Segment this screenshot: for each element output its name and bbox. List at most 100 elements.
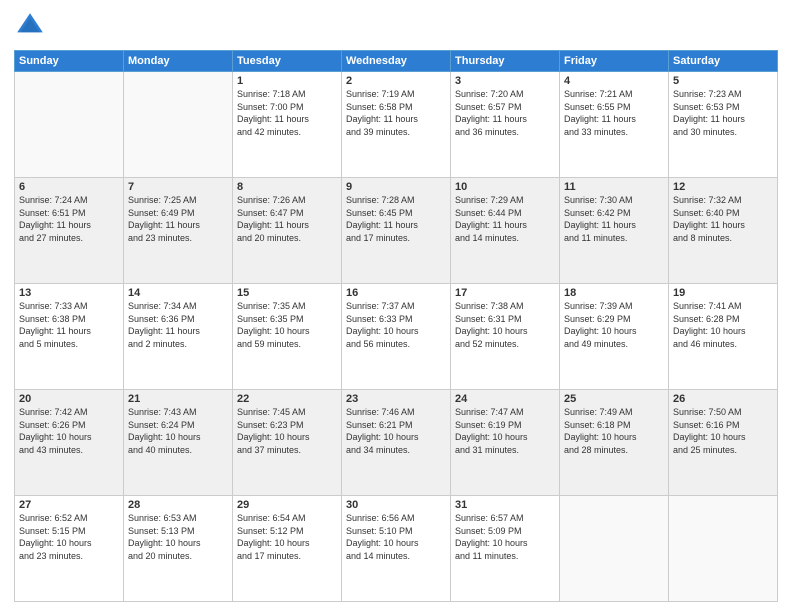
day-number: 16 xyxy=(346,287,446,299)
calendar-cell: 14Sunrise: 7:34 AM Sunset: 6:36 PM Dayli… xyxy=(124,284,233,390)
calendar-cell: 29Sunrise: 6:54 AM Sunset: 5:12 PM Dayli… xyxy=(233,496,342,602)
calendar-cell xyxy=(560,496,669,602)
day-info: Sunrise: 7:26 AM Sunset: 6:47 PM Dayligh… xyxy=(237,194,337,244)
day-info: Sunrise: 7:38 AM Sunset: 6:31 PM Dayligh… xyxy=(455,300,555,350)
day-number: 2 xyxy=(346,75,446,87)
calendar-table: SundayMondayTuesdayWednesdayThursdayFrid… xyxy=(14,50,778,602)
day-number: 20 xyxy=(19,393,119,405)
calendar-cell: 13Sunrise: 7:33 AM Sunset: 6:38 PM Dayli… xyxy=(15,284,124,390)
calendar-cell: 11Sunrise: 7:30 AM Sunset: 6:42 PM Dayli… xyxy=(560,178,669,284)
weekday-header-tuesday: Tuesday xyxy=(233,51,342,72)
day-info: Sunrise: 7:33 AM Sunset: 6:38 PM Dayligh… xyxy=(19,300,119,350)
week-row-1: 6Sunrise: 7:24 AM Sunset: 6:51 PM Daylig… xyxy=(15,178,778,284)
day-number: 8 xyxy=(237,181,337,193)
day-info: Sunrise: 7:39 AM Sunset: 6:29 PM Dayligh… xyxy=(564,300,664,350)
weekday-header-row: SundayMondayTuesdayWednesdayThursdayFrid… xyxy=(15,51,778,72)
week-row-0: 1Sunrise: 7:18 AM Sunset: 7:00 PM Daylig… xyxy=(15,72,778,178)
day-number: 24 xyxy=(455,393,555,405)
weekday-header-thursday: Thursday xyxy=(451,51,560,72)
day-info: Sunrise: 7:28 AM Sunset: 6:45 PM Dayligh… xyxy=(346,194,446,244)
day-number: 22 xyxy=(237,393,337,405)
day-number: 6 xyxy=(19,181,119,193)
calendar-cell: 22Sunrise: 7:45 AM Sunset: 6:23 PM Dayli… xyxy=(233,390,342,496)
day-number: 21 xyxy=(128,393,228,405)
week-row-2: 13Sunrise: 7:33 AM Sunset: 6:38 PM Dayli… xyxy=(15,284,778,390)
calendar-cell: 25Sunrise: 7:49 AM Sunset: 6:18 PM Dayli… xyxy=(560,390,669,496)
weekday-header-wednesday: Wednesday xyxy=(342,51,451,72)
day-number: 7 xyxy=(128,181,228,193)
day-number: 5 xyxy=(673,75,773,87)
calendar-cell: 9Sunrise: 7:28 AM Sunset: 6:45 PM Daylig… xyxy=(342,178,451,284)
day-info: Sunrise: 7:37 AM Sunset: 6:33 PM Dayligh… xyxy=(346,300,446,350)
calendar-cell: 5Sunrise: 7:23 AM Sunset: 6:53 PM Daylig… xyxy=(669,72,778,178)
day-info: Sunrise: 7:47 AM Sunset: 6:19 PM Dayligh… xyxy=(455,406,555,456)
calendar-cell: 18Sunrise: 7:39 AM Sunset: 6:29 PM Dayli… xyxy=(560,284,669,390)
calendar-cell: 1Sunrise: 7:18 AM Sunset: 7:00 PM Daylig… xyxy=(233,72,342,178)
header xyxy=(14,10,778,42)
day-info: Sunrise: 6:57 AM Sunset: 5:09 PM Dayligh… xyxy=(455,512,555,562)
calendar-cell: 3Sunrise: 7:20 AM Sunset: 6:57 PM Daylig… xyxy=(451,72,560,178)
calendar-cell: 4Sunrise: 7:21 AM Sunset: 6:55 PM Daylig… xyxy=(560,72,669,178)
day-info: Sunrise: 7:25 AM Sunset: 6:49 PM Dayligh… xyxy=(128,194,228,244)
day-info: Sunrise: 7:46 AM Sunset: 6:21 PM Dayligh… xyxy=(346,406,446,456)
day-info: Sunrise: 6:52 AM Sunset: 5:15 PM Dayligh… xyxy=(19,512,119,562)
day-number: 29 xyxy=(237,499,337,511)
day-info: Sunrise: 7:19 AM Sunset: 6:58 PM Dayligh… xyxy=(346,88,446,138)
calendar-cell: 21Sunrise: 7:43 AM Sunset: 6:24 PM Dayli… xyxy=(124,390,233,496)
day-info: Sunrise: 7:24 AM Sunset: 6:51 PM Dayligh… xyxy=(19,194,119,244)
calendar-cell: 7Sunrise: 7:25 AM Sunset: 6:49 PM Daylig… xyxy=(124,178,233,284)
calendar-cell: 8Sunrise: 7:26 AM Sunset: 6:47 PM Daylig… xyxy=(233,178,342,284)
calendar-cell xyxy=(124,72,233,178)
day-number: 18 xyxy=(564,287,664,299)
calendar-cell: 16Sunrise: 7:37 AM Sunset: 6:33 PM Dayli… xyxy=(342,284,451,390)
weekday-header-friday: Friday xyxy=(560,51,669,72)
day-info: Sunrise: 7:50 AM Sunset: 6:16 PM Dayligh… xyxy=(673,406,773,456)
day-info: Sunrise: 7:23 AM Sunset: 6:53 PM Dayligh… xyxy=(673,88,773,138)
day-info: Sunrise: 7:49 AM Sunset: 6:18 PM Dayligh… xyxy=(564,406,664,456)
calendar-cell: 28Sunrise: 6:53 AM Sunset: 5:13 PM Dayli… xyxy=(124,496,233,602)
week-row-3: 20Sunrise: 7:42 AM Sunset: 6:26 PM Dayli… xyxy=(15,390,778,496)
weekday-header-saturday: Saturday xyxy=(669,51,778,72)
day-number: 3 xyxy=(455,75,555,87)
page: SundayMondayTuesdayWednesdayThursdayFrid… xyxy=(0,0,792,612)
day-number: 1 xyxy=(237,75,337,87)
calendar-cell: 19Sunrise: 7:41 AM Sunset: 6:28 PM Dayli… xyxy=(669,284,778,390)
day-number: 10 xyxy=(455,181,555,193)
day-info: Sunrise: 7:18 AM Sunset: 7:00 PM Dayligh… xyxy=(237,88,337,138)
week-row-4: 27Sunrise: 6:52 AM Sunset: 5:15 PM Dayli… xyxy=(15,496,778,602)
day-info: Sunrise: 7:42 AM Sunset: 6:26 PM Dayligh… xyxy=(19,406,119,456)
weekday-header-sunday: Sunday xyxy=(15,51,124,72)
calendar-cell: 20Sunrise: 7:42 AM Sunset: 6:26 PM Dayli… xyxy=(15,390,124,496)
day-number: 25 xyxy=(564,393,664,405)
calendar-cell: 2Sunrise: 7:19 AM Sunset: 6:58 PM Daylig… xyxy=(342,72,451,178)
day-info: Sunrise: 7:45 AM Sunset: 6:23 PM Dayligh… xyxy=(237,406,337,456)
day-number: 31 xyxy=(455,499,555,511)
day-info: Sunrise: 7:21 AM Sunset: 6:55 PM Dayligh… xyxy=(564,88,664,138)
day-info: Sunrise: 7:32 AM Sunset: 6:40 PM Dayligh… xyxy=(673,194,773,244)
day-number: 26 xyxy=(673,393,773,405)
calendar-cell: 31Sunrise: 6:57 AM Sunset: 5:09 PM Dayli… xyxy=(451,496,560,602)
calendar-cell: 15Sunrise: 7:35 AM Sunset: 6:35 PM Dayli… xyxy=(233,284,342,390)
logo xyxy=(14,10,50,42)
day-number: 9 xyxy=(346,181,446,193)
calendar-cell: 17Sunrise: 7:38 AM Sunset: 6:31 PM Dayli… xyxy=(451,284,560,390)
day-info: Sunrise: 7:30 AM Sunset: 6:42 PM Dayligh… xyxy=(564,194,664,244)
day-number: 13 xyxy=(19,287,119,299)
calendar-cell xyxy=(15,72,124,178)
day-number: 4 xyxy=(564,75,664,87)
calendar-cell: 24Sunrise: 7:47 AM Sunset: 6:19 PM Dayli… xyxy=(451,390,560,496)
day-number: 12 xyxy=(673,181,773,193)
day-number: 30 xyxy=(346,499,446,511)
day-info: Sunrise: 6:53 AM Sunset: 5:13 PM Dayligh… xyxy=(128,512,228,562)
day-number: 27 xyxy=(19,499,119,511)
calendar-cell: 30Sunrise: 6:56 AM Sunset: 5:10 PM Dayli… xyxy=(342,496,451,602)
logo-icon xyxy=(14,10,46,42)
day-number: 17 xyxy=(455,287,555,299)
day-info: Sunrise: 7:43 AM Sunset: 6:24 PM Dayligh… xyxy=(128,406,228,456)
day-info: Sunrise: 6:54 AM Sunset: 5:12 PM Dayligh… xyxy=(237,512,337,562)
calendar-cell: 27Sunrise: 6:52 AM Sunset: 5:15 PM Dayli… xyxy=(15,496,124,602)
day-number: 11 xyxy=(564,181,664,193)
calendar-cell xyxy=(669,496,778,602)
day-info: Sunrise: 7:35 AM Sunset: 6:35 PM Dayligh… xyxy=(237,300,337,350)
day-number: 23 xyxy=(346,393,446,405)
